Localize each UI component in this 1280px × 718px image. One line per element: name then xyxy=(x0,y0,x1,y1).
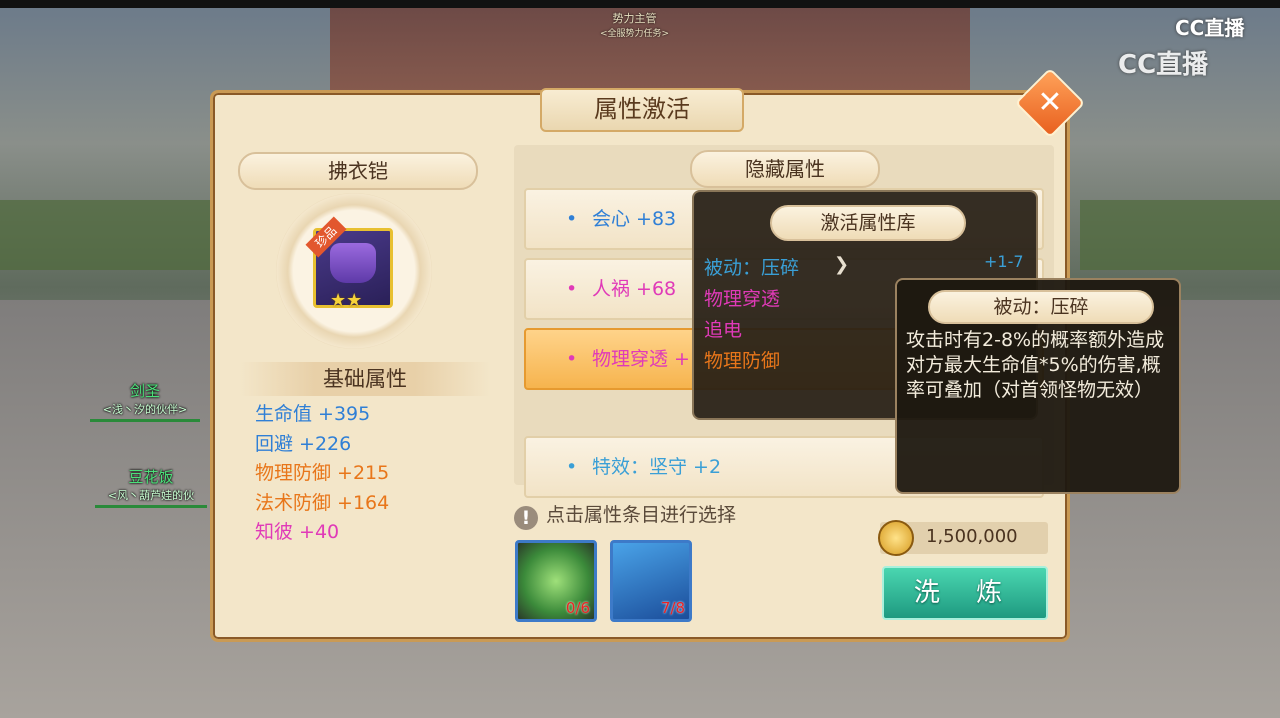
hint-text: 点击属性条目进行选择 xyxy=(546,504,737,526)
chevron-right-icon[interactable]: ❯ xyxy=(834,254,849,275)
bullet: • xyxy=(566,278,578,300)
base-attribute: 法术防御 +164 xyxy=(255,491,390,514)
hidden-attribute-label: 会心 +83 xyxy=(592,208,677,230)
armor-graphic xyxy=(330,243,376,283)
background-grass xyxy=(0,200,220,270)
hidden-attribute-label: 人祸 +68 xyxy=(592,278,677,300)
material-count: 7/8 xyxy=(660,599,685,617)
base-attribute: 回避 +226 xyxy=(255,432,352,455)
cost-value: 1,500,000 xyxy=(926,526,1018,547)
npc-label[interactable]: 剑圣 <浅丶汐的伙伴> xyxy=(90,380,200,422)
library-item[interactable]: 追电 xyxy=(704,315,799,346)
base-attribute: 知彼 +40 xyxy=(255,521,340,543)
item-name: 拂衣铠 xyxy=(238,152,478,190)
close-icon[interactable]: ✕ xyxy=(1025,80,1075,126)
npc-name: 豆花饭 xyxy=(128,468,174,486)
watermark-logo: CC直播 xyxy=(1175,16,1245,40)
refine-button[interactable]: 洗 炼 xyxy=(882,566,1048,620)
hidden-attribute-label: 物理穿透 + xyxy=(592,348,690,370)
material-slot[interactable]: 0/6 xyxy=(515,540,597,622)
library-item[interactable]: 物理穿透 xyxy=(704,284,799,315)
tooltip-description: 攻击时有2-8%的概率额外造成对方最大生命值*5%的伤害,概率可叠加（对首领怪物… xyxy=(906,329,1165,401)
material-slot[interactable]: 7/8 xyxy=(610,540,692,622)
npc-name: 势力主管 xyxy=(612,12,657,25)
material-count: 0/6 xyxy=(565,599,590,617)
npc-name: 剑圣 xyxy=(129,382,160,400)
tooltip-title: 被动：压碎 xyxy=(928,290,1154,324)
selection-hint: ! 点击属性条目进行选择 xyxy=(514,500,736,530)
top-bar xyxy=(0,0,1280,8)
bullet: • xyxy=(566,208,578,230)
hidden-attribute-label: 特效：坚守 +2 xyxy=(592,456,722,478)
library-item[interactable]: 被动：压碎 xyxy=(704,253,799,284)
dialog-title: 属性激活 xyxy=(540,88,744,132)
library-item[interactable]: 物理防御 xyxy=(704,346,799,377)
base-attribute: 生命值 +395 xyxy=(255,403,371,425)
base-attributes-title: 基础属性 xyxy=(240,362,490,396)
background-grass xyxy=(1080,200,1280,270)
npc-hp-bar xyxy=(90,419,200,422)
bullet: • xyxy=(566,456,578,478)
npc-subtitle: <风丶葫芦娃的伙 xyxy=(107,489,195,502)
library-list: 被动：压碎 物理穿透 追电 物理防御 xyxy=(704,253,799,377)
exclamation-icon: ! xyxy=(514,506,538,530)
bullet: • xyxy=(566,348,578,370)
npc-label-top[interactable]: 势力主管 <全服势力任务> xyxy=(600,10,669,39)
npc-subtitle: <全服势力任务> xyxy=(600,29,670,39)
library-title: 激活属性库 xyxy=(770,205,966,241)
coin-icon xyxy=(878,520,914,556)
npc-label[interactable]: 豆花饭 <风丶葫芦娃的伙 xyxy=(95,466,207,508)
star-rating: ★★ xyxy=(330,290,363,311)
library-range: +1-7 xyxy=(984,252,1024,271)
base-attributes-list: 生命值 +395 回避 +226 物理防御 +215 法术防御 +164 知彼 … xyxy=(255,400,389,548)
npc-hp-bar xyxy=(95,505,207,508)
watermark-logo: CC直播 xyxy=(1118,50,1209,80)
base-attribute: 物理防御 +215 xyxy=(255,462,390,484)
hidden-attributes-title: 隐藏属性 xyxy=(690,150,880,188)
npc-subtitle: <浅丶汐的伙伴> xyxy=(102,403,188,416)
